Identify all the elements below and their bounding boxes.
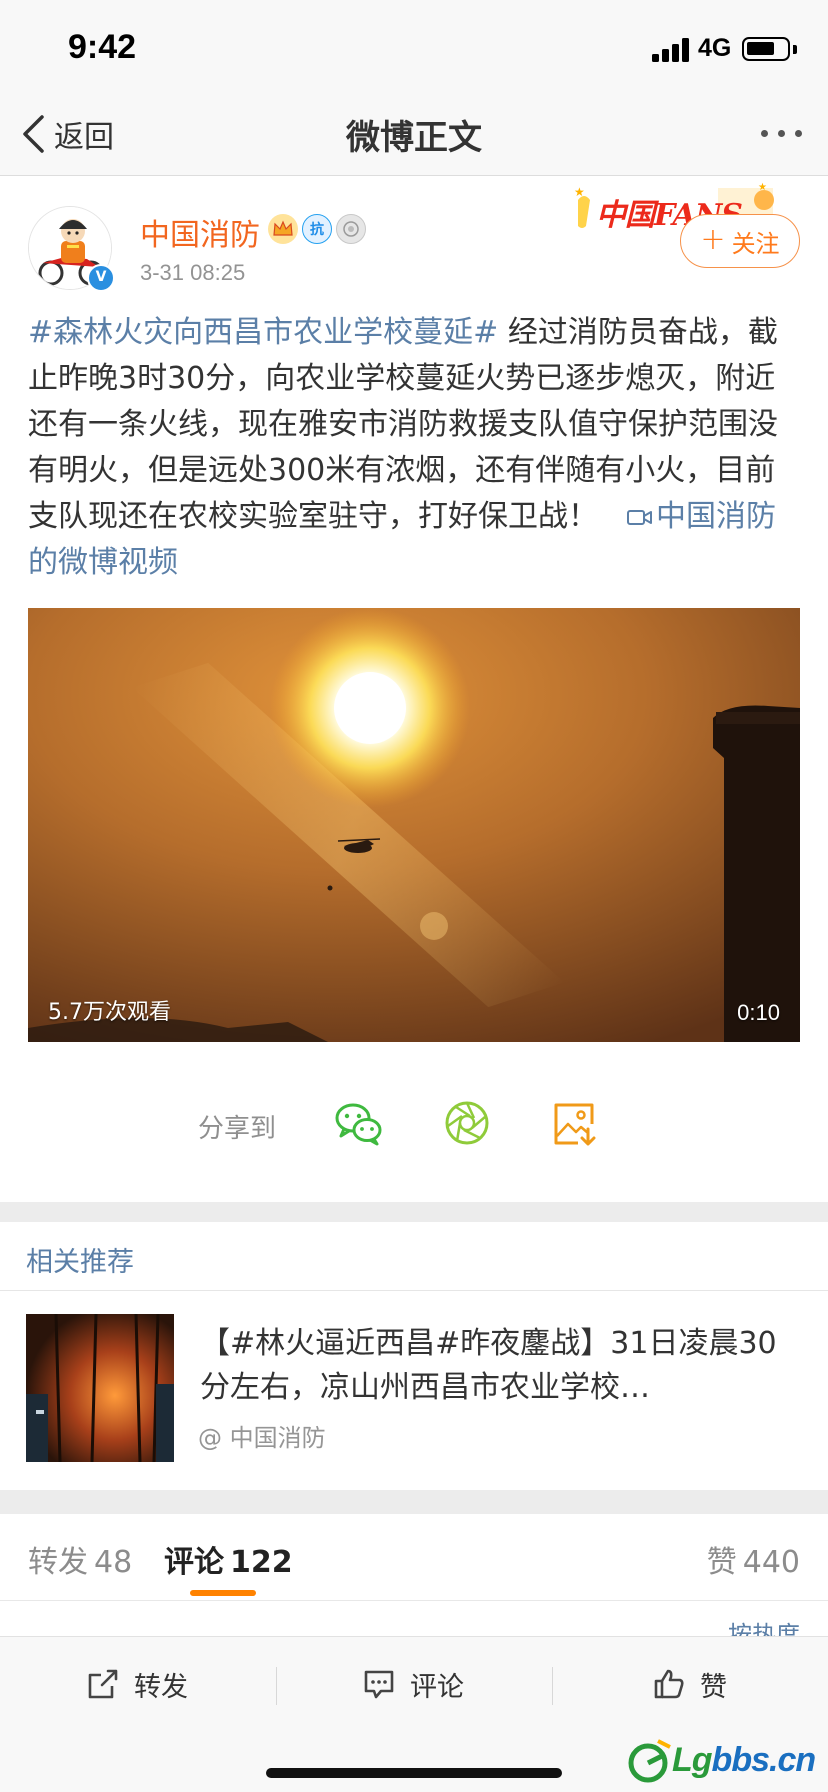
page-title: 微博正文: [346, 118, 482, 158]
thumbs-up-icon: [654, 1669, 684, 1699]
post-topic-hashtag[interactable]: #森林火灾向西昌市农业学校蔓延#: [28, 315, 498, 350]
interaction-tabs: 转发 48 评论 122 赞 440: [0, 1515, 828, 1601]
network-type: 4G: [698, 34, 732, 62]
share-arrow-icon: [88, 1669, 118, 1699]
bottom-action-bar: 转发 评论 赞 Lgbbs.cn: [0, 1636, 828, 1792]
related-post-source: @ 中国消防: [198, 1424, 326, 1452]
watermark-text: Lgbbs.cn: [672, 1741, 816, 1779]
verified-badge-icon: V: [87, 264, 115, 292]
more-dot-icon: [761, 130, 768, 137]
related-thumbnail: [26, 1314, 174, 1462]
status-bar: 9:42 4G: [0, 0, 828, 92]
site-watermark: Lgbbs.cn: [628, 1731, 818, 1791]
status-time: 9:42: [68, 28, 137, 66]
more-dot-icon: [778, 130, 785, 137]
post-header: V 中国消防 抗 3-31 08:25 ★ ★ 中国FANS + 关注: [0, 176, 828, 300]
watermark-logo-icon: [628, 1739, 671, 1783]
medal-badge-icon[interactable]: [336, 214, 366, 244]
follow-label: 关注: [731, 229, 780, 258]
shield-badge-icon[interactable]: 抗: [302, 214, 332, 244]
home-indicator[interactable]: [266, 1768, 562, 1778]
video-thumbnail: [28, 608, 800, 1042]
section-separator: [0, 1202, 828, 1222]
comment-label: 评论: [410, 1671, 464, 1703]
share-row: 分享到: [0, 1096, 828, 1152]
save-image-icon[interactable]: [548, 1096, 602, 1150]
nav-bar: 返回 微博正文: [0, 92, 828, 176]
wechat-icon[interactable]: [332, 1096, 386, 1150]
comment-bubble-icon: [364, 1670, 394, 1699]
back-button[interactable]: 返回: [20, 112, 114, 156]
share-label: 分享到: [198, 1114, 277, 1144]
related-post-text: 【#林火逼近西昌#昨夜鏖战】31日凌晨30分左右，凉山州西昌市农业学校…: [200, 1326, 777, 1405]
tab-reposts[interactable]: 转发 48: [28, 1537, 132, 1581]
tab-comments[interactable]: 评论 122: [164, 1537, 293, 1581]
svg-text:★: ★: [758, 182, 767, 193]
tab-count: 48: [94, 1545, 133, 1580]
author-name[interactable]: 中国消防: [140, 210, 260, 254]
post-body: #森林火灾向西昌市农业学校蔓延# 经过消防员奋战，截止昨晚3时30分，向农业学校…: [28, 310, 788, 586]
active-tab-indicator: [190, 1590, 256, 1596]
tab-count: 122: [230, 1545, 293, 1580]
video-view-count: 5.7万次观看: [48, 1000, 171, 1025]
divider: [276, 1667, 277, 1705]
battery-icon: [742, 37, 790, 61]
post-timestamp: 3-31 08:25: [140, 260, 246, 285]
like-button[interactable]: 赞: [652, 1659, 727, 1709]
video-camera-icon: [627, 510, 652, 525]
more-options-button[interactable]: [761, 130, 802, 137]
author-badges: 抗: [268, 214, 366, 244]
sort-by-heat-button[interactable]: 按热度: [728, 1620, 800, 1636]
crown-badge-icon[interactable]: [268, 214, 298, 244]
chevron-left-icon: [23, 115, 44, 153]
back-label: 返回: [54, 120, 114, 155]
like-label: 赞: [700, 1671, 727, 1703]
comment-button[interactable]: 评论: [362, 1659, 464, 1709]
related-section-title: 相关推荐: [26, 1247, 134, 1278]
repost-button[interactable]: 转发: [86, 1659, 188, 1709]
video-duration: 0:10: [737, 1000, 780, 1025]
svg-text:★: ★: [574, 185, 585, 199]
follow-button[interactable]: + 关注: [680, 214, 800, 268]
repost-label: 转发: [134, 1671, 188, 1703]
signal-icon: [652, 36, 694, 62]
battery-tip: [793, 45, 797, 54]
divider: [0, 1290, 828, 1291]
tab-likes[interactable]: 赞 440: [707, 1537, 800, 1581]
tab-label: 评论: [164, 1545, 224, 1580]
section-separator: [0, 1490, 828, 1514]
more-dot-icon: [795, 130, 802, 137]
divider: [552, 1667, 553, 1705]
related-post-item[interactable]: 【#林火逼近西昌#昨夜鏖战】31日凌晨30分左右，凉山州西昌市农业学校… @ 中…: [0, 1292, 828, 1488]
tab-count: 440: [742, 1545, 800, 1580]
tab-label: 赞: [706, 1545, 737, 1580]
moments-icon[interactable]: [440, 1096, 494, 1150]
plus-icon: +: [700, 222, 726, 257]
video-player[interactable]: 5.7万次观看 0:10: [28, 608, 800, 1042]
tab-label: 转发: [28, 1545, 88, 1580]
